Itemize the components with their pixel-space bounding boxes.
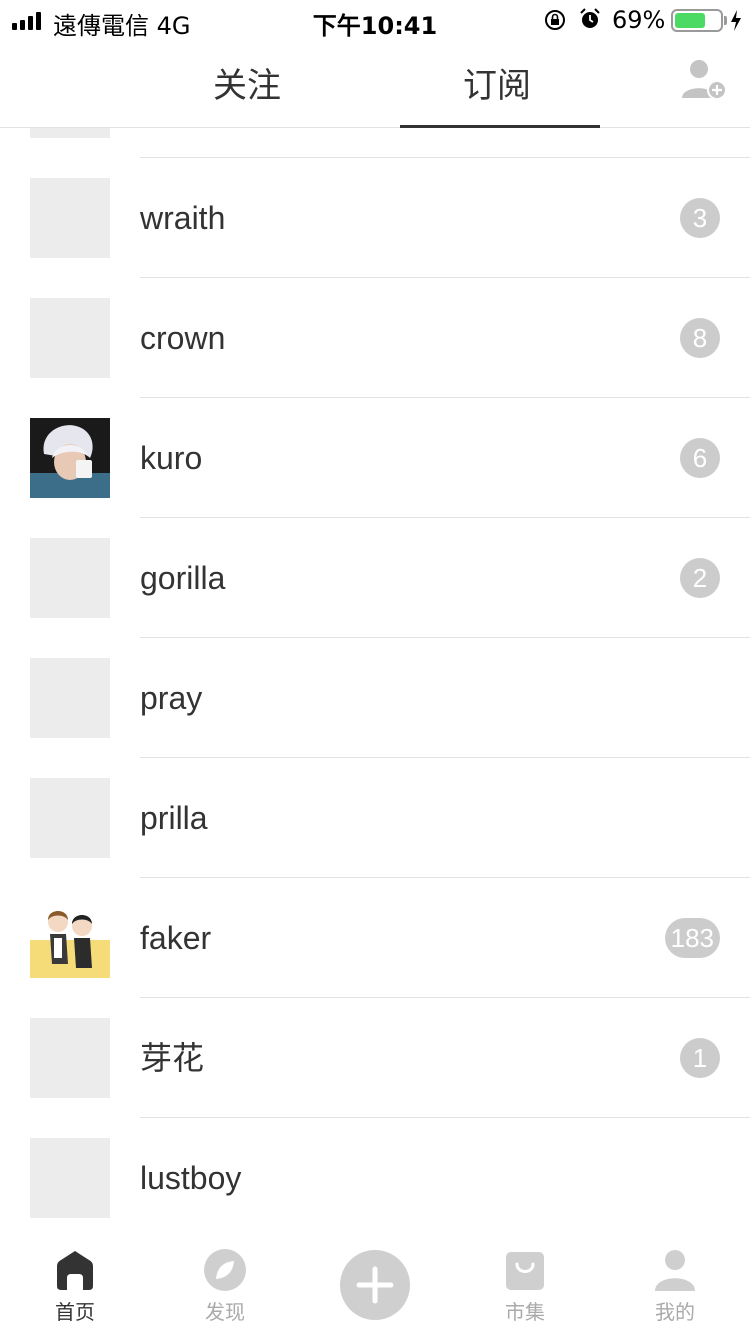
list-item[interactable]: [0, 128, 750, 158]
subscription-name: prilla: [140, 800, 208, 836]
tab-market[interactable]: 市集: [450, 1234, 600, 1334]
avatar: [30, 418, 110, 498]
list-item[interactable]: crown 8: [0, 278, 750, 398]
battery-icon: [671, 9, 723, 32]
unread-badge: 1: [680, 1038, 720, 1078]
list-item[interactable]: wraith 3: [0, 158, 750, 278]
subscription-name: wraith: [140, 200, 226, 236]
avatar: [30, 1138, 110, 1218]
alarm-icon: [580, 8, 600, 28]
avatar-illustration-icon: [30, 911, 110, 978]
list-item[interactable]: kuro 6: [0, 398, 750, 518]
avatar: [30, 1018, 110, 1098]
tab-market-label: 市集: [505, 1300, 545, 1324]
rotation-lock-icon: [545, 10, 565, 30]
avatar: [30, 178, 110, 258]
subscription-name: faker: [140, 920, 212, 956]
create-post-button[interactable]: [340, 1250, 410, 1320]
battery-percent: 69%: [612, 6, 666, 34]
avatar-photo-icon: [30, 418, 110, 498]
subscription-name: pray: [140, 680, 203, 716]
tab-home[interactable]: 首页: [0, 1234, 150, 1334]
top-tab-header: 关注 订阅: [0, 40, 750, 128]
bottom-tab-bar: 首页 发现 市集 我的: [0, 1234, 750, 1334]
tab-home-label: 首页: [55, 1300, 95, 1324]
avatar: [30, 778, 110, 858]
avatar: [30, 538, 110, 618]
home-icon: [57, 1251, 93, 1290]
unread-badge: 183: [664, 918, 720, 958]
tab-subscribe[interactable]: 订阅: [463, 58, 531, 107]
unread-badge: 8: [680, 318, 720, 358]
subscription-list[interactable]: wraith 3 crown 8 kuro 6 gorilla 2 pray p…: [0, 128, 750, 1234]
active-tab-indicator: [400, 125, 600, 128]
subscription-name: 芽花: [140, 1039, 205, 1077]
status-bar: 遠傳電信 4G 下午10:41 69%: [0, 0, 750, 40]
avatar: [30, 658, 110, 738]
list-item[interactable]: 芽花 1: [0, 998, 750, 1118]
avatar: [30, 298, 110, 378]
tab-follow[interactable]: 关注: [213, 58, 281, 107]
add-user-icon[interactable]: [678, 58, 728, 102]
unread-badge: 6: [680, 438, 720, 478]
unread-badge: 2: [680, 558, 720, 598]
plus-icon: [356, 1266, 394, 1304]
list-item[interactable]: prilla: [0, 758, 750, 878]
charging-bolt-icon: [731, 10, 741, 31]
avatar: [30, 128, 110, 138]
list-item[interactable]: lustboy: [0, 1118, 750, 1234]
unread-badge: 3: [680, 198, 720, 238]
tab-profile-label: 我的: [655, 1300, 695, 1324]
subscription-name: crown: [140, 320, 226, 356]
list-item[interactable]: faker 183: [0, 878, 750, 998]
list-item[interactable]: gorilla 2: [0, 518, 750, 638]
profile-icon: [655, 1250, 695, 1291]
list-item[interactable]: pray: [0, 638, 750, 758]
discover-icon: [204, 1249, 246, 1291]
tab-profile[interactable]: 我的: [600, 1234, 750, 1334]
battery-tip: [724, 16, 727, 25]
tab-discover-label: 发现: [205, 1300, 245, 1324]
subscription-name: lustboy: [140, 1160, 242, 1196]
avatar: [30, 898, 110, 978]
tab-discover[interactable]: 发现: [150, 1234, 300, 1334]
subscription-name: kuro: [140, 440, 203, 476]
subscription-name: gorilla: [140, 560, 226, 596]
bag-icon: [506, 1252, 544, 1290]
